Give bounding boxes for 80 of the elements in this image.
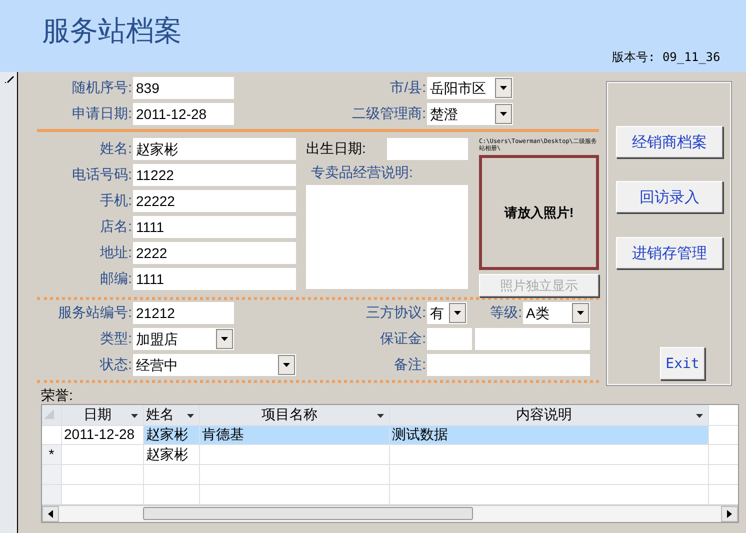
caret-icon bbox=[187, 414, 194, 418]
caret-icon bbox=[377, 414, 384, 418]
section-label: 荣誉: bbox=[41, 387, 73, 404]
table-cell: 2011-12-28 bbox=[64, 426, 135, 442]
version-label: 版本号: 09_11_36 bbox=[612, 49, 720, 66]
caret-icon bbox=[454, 311, 461, 315]
field-label: 姓名: bbox=[99, 140, 133, 158]
field-label: 等级: bbox=[489, 304, 523, 322]
caret-icon bbox=[696, 414, 703, 418]
caret-icon bbox=[577, 311, 584, 315]
caret-icon bbox=[221, 337, 228, 341]
dropdown-field[interactable]: 有 bbox=[427, 302, 467, 324]
caret-icon bbox=[500, 86, 507, 90]
scroll-thumb[interactable] bbox=[143, 507, 473, 520]
field-label: 电话号码: bbox=[71, 166, 133, 184]
table-cell: 测试数据 bbox=[392, 426, 448, 442]
field-label: 手机: bbox=[99, 192, 133, 210]
field-label: 备注: bbox=[393, 356, 427, 374]
scroll-left-icon[interactable] bbox=[48, 510, 53, 518]
nav-button[interactable]: 进销存管理 bbox=[616, 237, 723, 269]
text-field[interactable]: 赵家彬 bbox=[133, 138, 296, 160]
pencil-icon bbox=[5, 74, 15, 84]
column-header[interactable]: 日期 bbox=[62, 405, 144, 426]
field-label: 出生日期: bbox=[306, 140, 367, 158]
dropdown-field[interactable]: 经营中 bbox=[133, 354, 296, 376]
table-row[interactable]: * 赵家彬 bbox=[42, 445, 738, 465]
caret-icon bbox=[131, 414, 138, 418]
dropdown-field[interactable]: 加盟店 bbox=[133, 328, 234, 350]
form-title: 服务站档案 bbox=[42, 14, 182, 48]
text-field[interactable]: 2011-12-28 bbox=[133, 103, 234, 125]
field-label: 申请日期: bbox=[71, 105, 133, 123]
caret-icon bbox=[283, 363, 290, 367]
text-field[interactable]: 11222 bbox=[133, 164, 296, 186]
caret-icon bbox=[500, 112, 507, 116]
text-field[interactable]: 1111 bbox=[133, 268, 296, 290]
field-label: 专卖品经营说明: bbox=[310, 164, 414, 182]
dropdown-button[interactable] bbox=[216, 329, 233, 349]
dropdown-field[interactable]: 楚澄 bbox=[427, 103, 513, 125]
field-label: 地址: bbox=[99, 244, 133, 262]
column-header[interactable]: 项目名称 bbox=[200, 405, 390, 426]
text-field[interactable] bbox=[427, 328, 472, 350]
field-label: 状态: bbox=[99, 356, 133, 374]
field-label: 随机序号: bbox=[71, 79, 133, 97]
text-field[interactable] bbox=[475, 328, 590, 350]
exit-button[interactable]: Exit bbox=[660, 347, 705, 380]
nav-button[interactable]: 经销商档案 bbox=[616, 126, 723, 158]
text-field[interactable] bbox=[427, 354, 590, 376]
date-field[interactable] bbox=[387, 138, 468, 160]
text-field[interactable]: 839 bbox=[133, 77, 234, 99]
scroll-right-icon[interactable] bbox=[727, 510, 732, 518]
text-field[interactable]: 2222 bbox=[133, 242, 296, 264]
dropdown-button[interactable] bbox=[495, 78, 512, 98]
dropdown-button[interactable] bbox=[278, 355, 295, 375]
field-label: 邮编: bbox=[99, 270, 133, 288]
text-field[interactable]: 1111 bbox=[133, 216, 296, 238]
field-label: 服务站编号: bbox=[57, 304, 133, 322]
dropdown-button[interactable] bbox=[572, 303, 589, 323]
table-cell: 赵家彬 bbox=[146, 426, 188, 442]
dropdown-field[interactable]: 岳阳市区 bbox=[427, 77, 513, 99]
horizontal-scrollbar[interactable] bbox=[42, 505, 738, 522]
table-cell: 赵家彬 bbox=[146, 446, 188, 462]
column-header[interactable]: 姓名 bbox=[144, 405, 200, 426]
record-selector[interactable] bbox=[0, 72, 18, 533]
nav-button[interactable]: 回访录入 bbox=[616, 181, 723, 213]
dropdown-button[interactable] bbox=[495, 104, 512, 124]
dropdown-button[interactable] bbox=[449, 303, 466, 323]
photo-frame: 请放入照片! bbox=[479, 155, 599, 270]
column-header[interactable]: 内容说明 bbox=[390, 405, 709, 426]
dropdown-field[interactable]: A类 bbox=[523, 302, 590, 324]
table-row[interactable]: 2011-12-28 赵家彬 肯德基 测试数据 bbox=[42, 425, 738, 445]
text-field[interactable]: 21212 bbox=[133, 302, 234, 324]
field-label: 保证金: bbox=[379, 330, 427, 348]
field-label: 三方协议: bbox=[365, 304, 427, 322]
table-cell: 肯德基 bbox=[202, 426, 244, 442]
field-label: 店名: bbox=[99, 218, 133, 236]
field-label: 二级管理商: bbox=[351, 105, 427, 123]
row-marker: * bbox=[48, 446, 54, 462]
field-label: 类型: bbox=[99, 330, 133, 348]
field-label: 市/县: bbox=[389, 79, 427, 97]
text-field[interactable]: 22222 bbox=[133, 190, 296, 212]
